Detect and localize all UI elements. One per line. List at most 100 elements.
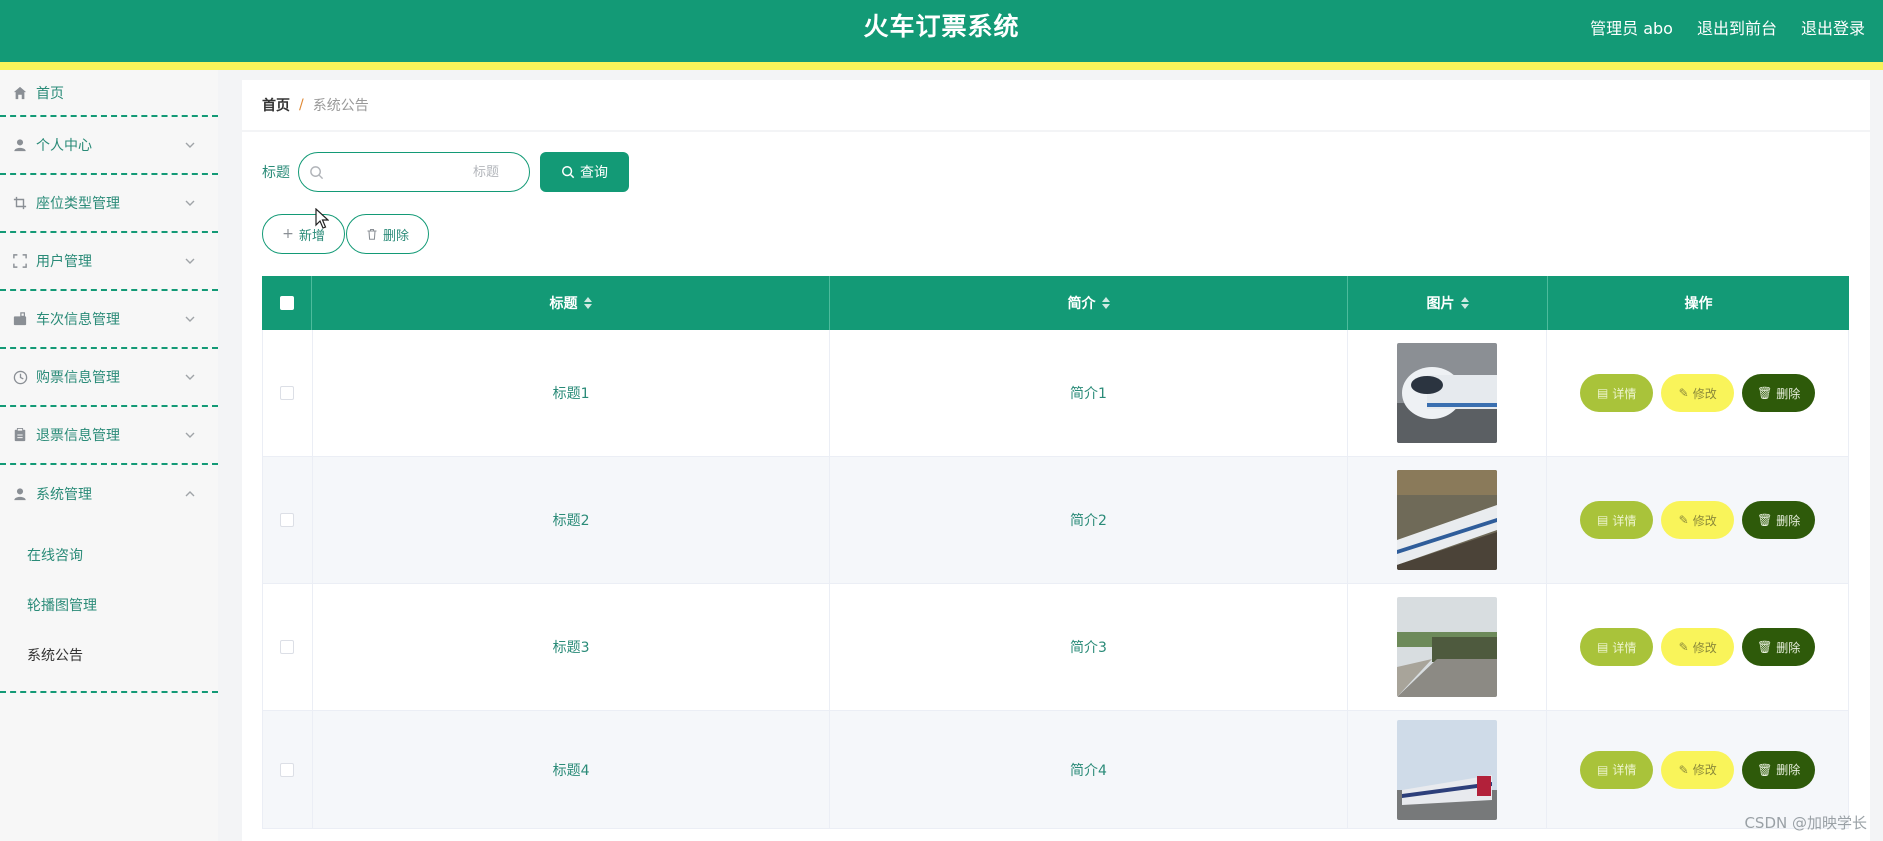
row-select-cell: [263, 457, 313, 583]
detail-button[interactable]: ▤ 详情: [1580, 750, 1654, 789]
top-header: 火车订票系统 管理员 abo 退出到前台 退出登录: [0, 0, 1883, 62]
exit-to-front-link[interactable]: 退出到前台: [1697, 15, 1777, 39]
select-all-checkbox[interactable]: [279, 296, 294, 310]
sort-icon[interactable]: [1101, 297, 1110, 309]
search-box: [298, 152, 530, 192]
row-checkbox[interactable]: [280, 640, 295, 654]
sidebar-item-seat-type[interactable]: 座位类型管理: [0, 175, 218, 233]
cell-image: [1348, 711, 1548, 828]
row-checkbox[interactable]: [280, 513, 295, 527]
pencil-icon: ✎: [1678, 386, 1689, 400]
delete-button[interactable]: 🗑 删除: [1742, 374, 1816, 412]
chevron-down-icon: [185, 316, 195, 322]
trash-icon: 🗑: [1757, 762, 1773, 777]
delete-button[interactable]: 🗑 删除: [1742, 501, 1816, 539]
train-thumbnail: [1397, 597, 1497, 697]
sidebar-item-ticket-refund[interactable]: 退票信息管理: [0, 407, 218, 465]
detail-button[interactable]: ▤ 详情: [1580, 628, 1654, 666]
clipboard-icon: [12, 427, 28, 443]
breadcrumb: 首页 / 系统公告: [242, 80, 1870, 130]
sidebar-item-ticket-purchase[interactable]: 购票信息管理: [0, 349, 218, 407]
breadcrumb-separator: /: [299, 97, 304, 113]
plus-icon: +: [282, 226, 294, 242]
delete-button[interactable]: 🗑 删除: [1742, 750, 1816, 789]
sidebar-subitem-online-consult[interactable]: 在线咨询: [0, 531, 218, 581]
sidebar-item-label: 退票信息管理: [36, 428, 120, 444]
delete-label: 删除: [1776, 513, 1801, 528]
breadcrumb-home[interactable]: 首页: [262, 95, 290, 115]
search-label: 标题: [262, 165, 290, 181]
cell-title: 标题4: [313, 711, 831, 828]
watermark: CSDN @加映学长: [1744, 814, 1867, 832]
sidebar-item-system-management[interactable]: 系统管理: [0, 465, 218, 523]
chevron-down-icon: [185, 200, 195, 206]
clock-icon: [12, 369, 28, 385]
sort-icon[interactable]: [583, 297, 592, 309]
edit-button[interactable]: ✎ 修改: [1661, 501, 1735, 539]
sidebar-item-label: 购票信息管理: [36, 370, 120, 386]
train-thumbnail: [1397, 719, 1497, 820]
edit-button[interactable]: ✎ 修改: [1661, 750, 1735, 789]
edit-button[interactable]: ✎ 修改: [1661, 374, 1735, 412]
detail-label: 详情: [1612, 513, 1637, 528]
search-row: 标题 查询: [262, 152, 629, 192]
batch-delete-button[interactable]: 删除: [346, 214, 429, 254]
content-card: 标题 查询 + 新增 删除: [242, 132, 1870, 841]
action-row: + 新增 删除: [262, 214, 429, 254]
cell-image: [1348, 457, 1548, 583]
edit-button[interactable]: ✎ 修改: [1661, 628, 1735, 666]
trash-icon: 🗑: [1757, 513, 1773, 527]
delete-label: 删除: [1776, 640, 1801, 655]
train-thumbnail: [1397, 470, 1497, 570]
sidebar-item-home[interactable]: 首页: [0, 70, 218, 117]
admin-label: 管理员 abo: [1590, 19, 1673, 38]
detail-label: 详情: [1612, 386, 1637, 401]
column-header-label: 图片: [1426, 296, 1455, 312]
trash-icon: 🗑: [1757, 386, 1773, 400]
row-select-cell: [263, 584, 313, 710]
pencil-icon: ✎: [1678, 513, 1689, 527]
sidebar-item-user-management[interactable]: 用户管理: [0, 233, 218, 291]
chevron-down-icon: [185, 432, 195, 438]
sidebar-item-train-info[interactable]: 车次信息管理: [0, 291, 218, 349]
table-row: 标题2 简介2 ▤ 详情 ✎ 修改 🗑 删除: [262, 457, 1849, 584]
edit-label: 修改: [1692, 763, 1717, 777]
detail-button[interactable]: ▤ 详情: [1580, 501, 1654, 539]
cell-actions: ▤ 详情 ✎ 修改 🗑 删除: [1547, 584, 1848, 710]
cell-image: [1348, 330, 1548, 456]
sidebar-item-label: 系统管理: [36, 487, 92, 503]
sidebar-subitem-carousel[interactable]: 轮播图管理: [0, 581, 218, 631]
trash-icon: 🗑: [1757, 640, 1773, 654]
query-button[interactable]: 查询: [540, 152, 629, 192]
column-header-intro[interactable]: 简介: [830, 276, 1348, 330]
row-checkbox[interactable]: [280, 762, 295, 777]
document-icon: ▤: [1597, 640, 1609, 654]
column-header-title[interactable]: 标题: [312, 276, 830, 330]
row-select-cell: [263, 711, 313, 828]
pencil-icon: ✎: [1678, 640, 1689, 654]
table-row: 标题3 简介3 ▤ 详情 ✎ 修改 🗑 删除: [262, 584, 1849, 711]
delete-button[interactable]: 🗑 删除: [1742, 628, 1816, 666]
row-checkbox[interactable]: [280, 386, 295, 400]
select-all-cell: [262, 276, 312, 330]
document-icon: ▤: [1597, 386, 1609, 400]
train-thumbnail: [1397, 343, 1497, 443]
sidebar-subitem-announcement[interactable]: 系统公告: [0, 631, 218, 681]
search-input[interactable]: [299, 153, 529, 191]
column-header-image[interactable]: 图片: [1348, 276, 1548, 330]
add-button[interactable]: + 新增: [262, 214, 345, 254]
logout-link[interactable]: 退出登录: [1801, 15, 1865, 39]
table-row: 标题4 简介4 ▤ 详情 ✎ 修改 🗑 删除: [262, 711, 1849, 829]
sidebar-item-personal-center[interactable]: 个人中心: [0, 117, 218, 175]
document-icon: ▤: [1597, 513, 1609, 527]
detail-label: 详情: [1612, 763, 1637, 777]
cell-title: 标题3: [313, 584, 831, 710]
sort-icon[interactable]: [1460, 297, 1469, 309]
home-icon: [12, 85, 28, 101]
cell-actions: ▤ 详情 ✎ 修改 🗑 删除: [1547, 711, 1848, 828]
sidebar-item-label: 座位类型管理: [36, 196, 120, 212]
detail-button[interactable]: ▤ 详情: [1580, 374, 1654, 412]
trash-icon: [367, 228, 377, 240]
announcement-table: 标题 简介 图片 操作 标题1 简介1 ▤ 详情 ✎ 修改 🗑 删除 标题2 简…: [262, 276, 1849, 829]
sidebar-item-label: 首页: [36, 85, 64, 102]
